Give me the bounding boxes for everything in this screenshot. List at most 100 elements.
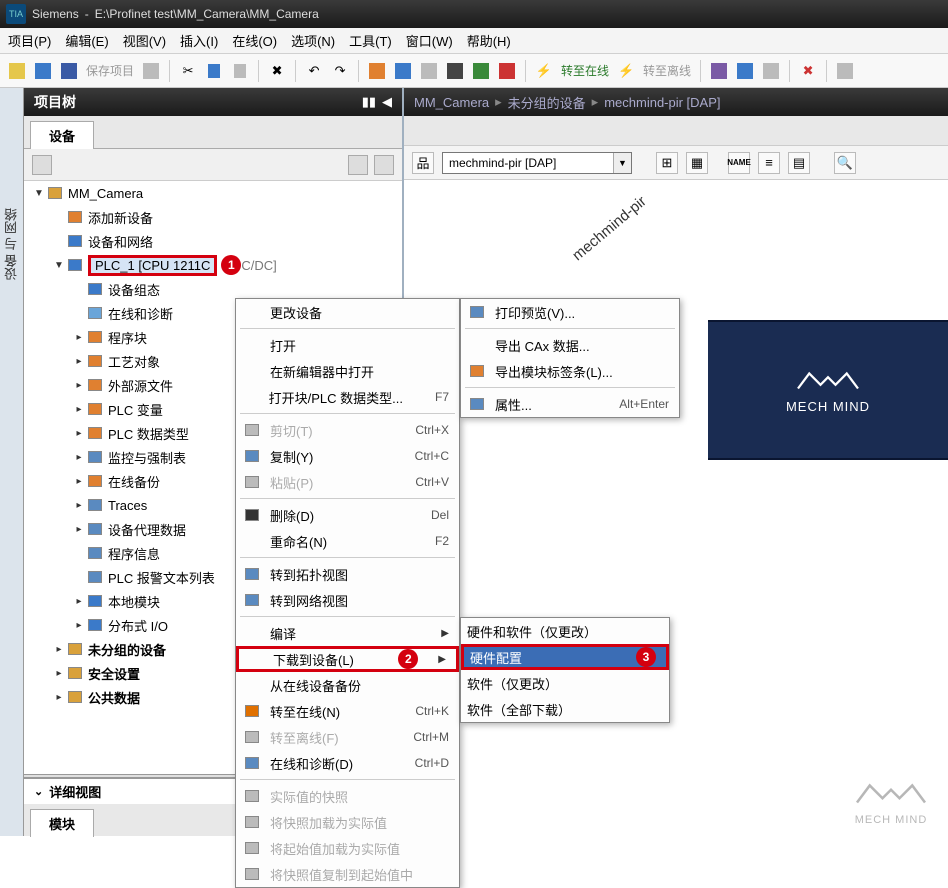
go-online-icon[interactable]: ⚡ xyxy=(533,60,555,82)
paste-button[interactable] xyxy=(229,60,251,82)
menu-item[interactable]: 转到网络视图 xyxy=(236,587,459,613)
copy-button[interactable] xyxy=(203,60,225,82)
expand-icon[interactable]: ▸ xyxy=(72,476,86,487)
menu-item[interactable]: 重命名(N)F2 xyxy=(236,528,459,554)
menu-help[interactable]: 帮助(H) xyxy=(467,31,511,50)
tree-toolbar-button-a[interactable] xyxy=(348,155,368,175)
menu-item[interactable]: 更改设备 xyxy=(236,299,459,325)
menu-item[interactable]: 下载到设备(L)2▶ xyxy=(236,646,459,672)
cut-button[interactable]: ✂ xyxy=(177,60,199,82)
submenu-item[interactable]: 软件（仅更改） xyxy=(461,670,669,696)
align-button[interactable]: ≡ xyxy=(758,152,780,174)
menu-item[interactable]: 转到拓扑视图 xyxy=(236,561,459,587)
expand-icon[interactable]: ▸ xyxy=(72,356,86,367)
chevron-down-icon: ⌄ xyxy=(34,785,43,798)
menu-window[interactable]: 窗口(W) xyxy=(406,31,453,50)
menu-item[interactable]: 打开块/PLC 数据类型...F7 xyxy=(236,384,459,410)
undo-button[interactable]: ↶ xyxy=(303,60,325,82)
open-project-button[interactable] xyxy=(32,60,54,82)
accessible-devices-button[interactable] xyxy=(708,60,730,82)
device-dropdown-input[interactable] xyxy=(443,153,613,173)
expand-icon[interactable]: ▸ xyxy=(72,332,86,343)
upload-button[interactable] xyxy=(418,60,440,82)
list-button[interactable]: ▤ xyxy=(788,152,810,174)
redo-button[interactable]: ↷ xyxy=(329,60,351,82)
new-project-button[interactable] xyxy=(6,60,28,82)
submenu-item[interactable]: 硬件配置3 xyxy=(461,644,669,670)
collapse-icon[interactable]: ◀ xyxy=(382,94,392,110)
topology-icon[interactable]: 品 xyxy=(412,152,434,174)
expand-icon[interactable]: ▸ xyxy=(52,668,66,679)
breadcrumb-a[interactable]: MM_Camera xyxy=(414,95,489,110)
menu-item[interactable]: 在线和诊断(D)Ctrl+D xyxy=(236,750,459,776)
menu-item[interactable]: 转至在线(N)Ctrl+K xyxy=(236,698,459,724)
menu-tools[interactable]: 工具(T) xyxy=(349,31,392,50)
submenu-item[interactable]: 硬件和软件（仅更改） xyxy=(461,618,669,644)
expand-icon[interactable]: ▸ xyxy=(52,692,66,703)
tab-module[interactable]: 模块 xyxy=(30,809,94,837)
menu-item[interactable]: 打印预览(V)... xyxy=(461,299,679,325)
menu-insert[interactable]: 插入(I) xyxy=(180,31,218,50)
expand-icon[interactable]: ▸ xyxy=(72,428,86,439)
menu-view[interactable]: 视图(V) xyxy=(123,31,166,50)
menu-item[interactable]: 导出 CAx 数据... xyxy=(461,332,679,358)
submenu-item[interactable]: 软件（全部下载） xyxy=(461,696,669,722)
dropdown-arrow-icon[interactable]: ▼ xyxy=(613,153,631,173)
breadcrumb-c[interactable]: mechmind-pir [DAP] xyxy=(604,95,720,110)
go-online-label[interactable]: 转至在线 xyxy=(561,62,609,79)
expand-icon[interactable]: ▸ xyxy=(72,404,86,415)
tree-item-add[interactable]: 添加新设备 xyxy=(24,205,402,229)
tree-toolbar-button-b[interactable] xyxy=(374,155,394,175)
close-button[interactable]: ✖ xyxy=(797,60,819,82)
pin-icon[interactable]: ▮▮ xyxy=(362,94,376,110)
grid-button[interactable]: ▦ xyxy=(686,152,708,174)
menu-item[interactable]: 复制(Y)Ctrl+C xyxy=(236,443,459,469)
download-button[interactable] xyxy=(392,60,414,82)
expand-icon[interactable]: ▼ xyxy=(32,188,46,199)
menu-item[interactable]: 属性...Alt+Enter xyxy=(461,391,679,417)
save-button[interactable] xyxy=(58,60,80,82)
device-dropdown[interactable]: ▼ xyxy=(442,152,632,174)
expand-icon[interactable]: ▸ xyxy=(72,620,86,631)
split-button[interactable] xyxy=(834,60,856,82)
go-offline-icon[interactable]: ⚡ xyxy=(615,60,637,82)
tree-item-label: 在线备份 xyxy=(108,472,160,491)
menu-item[interactable]: 打开 xyxy=(236,332,459,358)
expand-icon[interactable]: ▼ xyxy=(52,260,66,271)
menu-item[interactable]: 删除(D)Del xyxy=(236,502,459,528)
tree-toolbar-button-left[interactable] xyxy=(32,155,52,175)
menu-item[interactable]: 从在线设备备份 xyxy=(236,672,459,698)
expand-icon[interactable]: ▸ xyxy=(72,452,86,463)
expand-icon[interactable]: ▸ xyxy=(72,380,86,391)
cross-ref-button[interactable] xyxy=(760,60,782,82)
menu-options[interactable]: 选项(N) xyxy=(291,31,335,50)
print-button[interactable] xyxy=(140,60,162,82)
menu-item[interactable]: 导出模块标签条(L)... xyxy=(461,358,679,384)
expand-icon[interactable]: ▸ xyxy=(52,644,66,655)
search-button[interactable] xyxy=(734,60,756,82)
expand-icon[interactable]: ▸ xyxy=(72,524,86,535)
stop-button[interactable] xyxy=(496,60,518,82)
menu-item[interactable]: 编译▶ xyxy=(236,620,459,646)
menu-project[interactable]: 项目(P) xyxy=(8,31,51,50)
simulate-button[interactable] xyxy=(444,60,466,82)
start-button[interactable] xyxy=(470,60,492,82)
tab-devices[interactable]: 设备 xyxy=(30,121,94,149)
menu-edit[interactable]: 编辑(E) xyxy=(65,31,108,50)
delete-button[interactable]: ✖ xyxy=(266,60,288,82)
expand-icon[interactable]: ▸ xyxy=(72,596,86,607)
tree-item-project[interactable]: ▼MM_Camera xyxy=(24,181,402,205)
device-canvas[interactable]: mechmind-pir MECH MIND xyxy=(404,180,948,836)
tree-item-plc[interactable]: ▼PLC_1 [CPU 1211C1C/DC] xyxy=(24,253,402,277)
breadcrumb-b[interactable]: 未分组的设备 xyxy=(508,93,586,112)
tree-item-net[interactable]: 设备和网络 xyxy=(24,229,402,253)
device-card[interactable]: MECH MIND xyxy=(708,320,948,460)
vertical-tab-devices-networks[interactable]: 设备 与 网络 xyxy=(0,88,24,836)
expand-icon[interactable]: ▸ xyxy=(72,500,86,511)
zoom-fit-button[interactable]: ⊞ xyxy=(656,152,678,174)
zoom-in-button[interactable]: 🔍 xyxy=(834,152,856,174)
menu-item[interactable]: 在新编辑器中打开 xyxy=(236,358,459,384)
menu-online[interactable]: 在线(O) xyxy=(232,31,277,50)
compile-button[interactable] xyxy=(366,60,388,82)
name-toggle-button[interactable]: NAME xyxy=(728,152,750,174)
